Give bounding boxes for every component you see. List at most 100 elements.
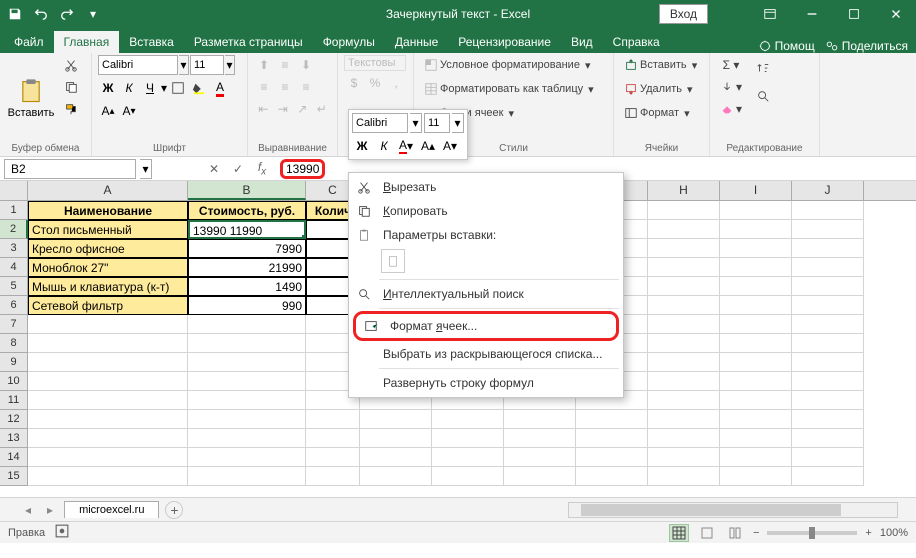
col-header-J[interactable]: J (792, 181, 864, 200)
align-bottom-icon[interactable]: ⬇ (296, 55, 316, 75)
cell[interactable] (504, 429, 576, 448)
format-as-table[interactable]: Форматировать как таблицу ▾ (420, 79, 607, 99)
cell[interactable] (720, 258, 792, 277)
tab-insert[interactable]: Вставка (119, 31, 184, 53)
conditional-formatting[interactable]: Условное форматирование ▾ (420, 55, 607, 75)
comma-icon[interactable]: , (386, 73, 406, 93)
maximize-icon[interactable] (834, 0, 874, 28)
row-header[interactable]: 15 (0, 467, 28, 486)
align-top-icon[interactable]: ⬆ (254, 55, 274, 75)
cell[interactable]: Моноблок 27" (28, 258, 188, 277)
cell[interactable]: 7990 (188, 239, 306, 258)
tab-review[interactable]: Рецензирование (448, 31, 561, 53)
align-center-icon[interactable]: ≡ (275, 77, 295, 97)
cell[interactable]: Мышь и клавиатура (к-т) (28, 277, 188, 296)
cell[interactable] (648, 429, 720, 448)
share-button[interactable]: Поделиться (825, 39, 908, 53)
insert-cells[interactable]: Вставить ▾ (620, 55, 703, 75)
cell[interactable] (648, 296, 720, 315)
tab-file[interactable]: Файл (4, 31, 54, 53)
autosum-icon[interactable]: Σ ▾ (716, 55, 746, 75)
cell[interactable] (360, 410, 432, 429)
cell[interactable] (792, 467, 864, 486)
cell[interactable] (648, 239, 720, 258)
row-header[interactable]: 1 (0, 201, 28, 220)
cell[interactable] (576, 448, 648, 467)
cell[interactable] (792, 448, 864, 467)
cell[interactable] (720, 391, 792, 410)
cell[interactable] (576, 410, 648, 429)
view-page-break-icon[interactable] (725, 524, 745, 542)
mini-font-name[interactable]: Calibri (352, 113, 408, 133)
mini-italic[interactable]: К (374, 136, 394, 156)
underline-button[interactable]: Ч (140, 78, 160, 98)
view-page-layout-icon[interactable] (697, 524, 717, 542)
mini-decrease-font[interactable]: A▾ (440, 136, 460, 156)
cell[interactable] (188, 315, 306, 334)
cell[interactable] (792, 258, 864, 277)
clear-icon[interactable]: ▾ (716, 99, 746, 119)
row-header[interactable]: 2 (0, 220, 28, 239)
cell[interactable]: Кресло офисное (28, 239, 188, 258)
name-box[interactable]: B2 (4, 159, 136, 179)
cm-pick-from-list[interactable]: Выбрать из раскрывающегося списка... (349, 342, 623, 366)
mini-increase-font[interactable]: A▴ (418, 136, 438, 156)
cell[interactable] (648, 448, 720, 467)
cell[interactable] (576, 467, 648, 486)
cell[interactable] (306, 410, 360, 429)
close-icon[interactable] (876, 0, 916, 28)
zoom-level[interactable]: 100% (880, 527, 908, 539)
fill-icon[interactable]: ▾ (716, 77, 746, 97)
tab-help[interactable]: Справка (603, 31, 670, 53)
cell[interactable] (720, 372, 792, 391)
cell[interactable] (792, 201, 864, 220)
tab-data[interactable]: Данные (385, 31, 448, 53)
mini-bold[interactable]: Ж (352, 136, 372, 156)
number-format-select[interactable]: Текстовы (344, 55, 406, 71)
cell[interactable] (648, 410, 720, 429)
cell[interactable] (360, 448, 432, 467)
format-painter-icon[interactable] (60, 99, 82, 119)
mini-font-size[interactable]: 11 (424, 113, 450, 133)
cell[interactable]: Стол письменный (28, 220, 188, 239)
tab-view[interactable]: Вид (561, 31, 603, 53)
qat-customize-icon[interactable]: ▾ (82, 3, 104, 25)
cell[interactable] (648, 315, 720, 334)
cell[interactable] (432, 467, 504, 486)
confirm-edit-icon[interactable]: ✓ (226, 158, 250, 180)
cell[interactable] (28, 391, 188, 410)
find-select-icon[interactable] (750, 83, 776, 109)
zoom-in-icon[interactable]: + (865, 527, 871, 539)
tab-formulas[interactable]: Формулы (313, 31, 385, 53)
cell[interactable] (432, 429, 504, 448)
cell[interactable] (792, 391, 864, 410)
login-button[interactable]: Вход (659, 4, 708, 24)
cell[interactable] (504, 410, 576, 429)
cell[interactable] (648, 334, 720, 353)
cell[interactable] (188, 334, 306, 353)
cell[interactable] (648, 372, 720, 391)
cell[interactable] (720, 334, 792, 353)
cell[interactable] (432, 448, 504, 467)
cell[interactable]: 13990 11990 (188, 220, 306, 239)
cell[interactable] (720, 220, 792, 239)
cell[interactable]: Сетевой фильтр (28, 296, 188, 315)
cell[interactable] (28, 429, 188, 448)
cell[interactable] (720, 239, 792, 258)
increase-font-icon[interactable]: A▴ (98, 101, 118, 121)
cell[interactable] (188, 410, 306, 429)
cell[interactable] (792, 372, 864, 391)
cm-smart-lookup[interactable]: Интеллектуальный поиск (349, 282, 623, 306)
cell[interactable] (306, 429, 360, 448)
fill-color-button[interactable] (189, 78, 209, 98)
cell[interactable] (720, 410, 792, 429)
cell[interactable] (28, 372, 188, 391)
minimize-icon[interactable] (792, 0, 832, 28)
row-header[interactable]: 6 (0, 296, 28, 315)
cell[interactable] (188, 372, 306, 391)
font-size-select[interactable]: 11 (190, 55, 224, 75)
cell[interactable] (720, 277, 792, 296)
cell[interactable] (28, 467, 188, 486)
font-color-button[interactable]: А (210, 78, 230, 98)
tell-me[interactable]: Помощ (758, 39, 815, 53)
